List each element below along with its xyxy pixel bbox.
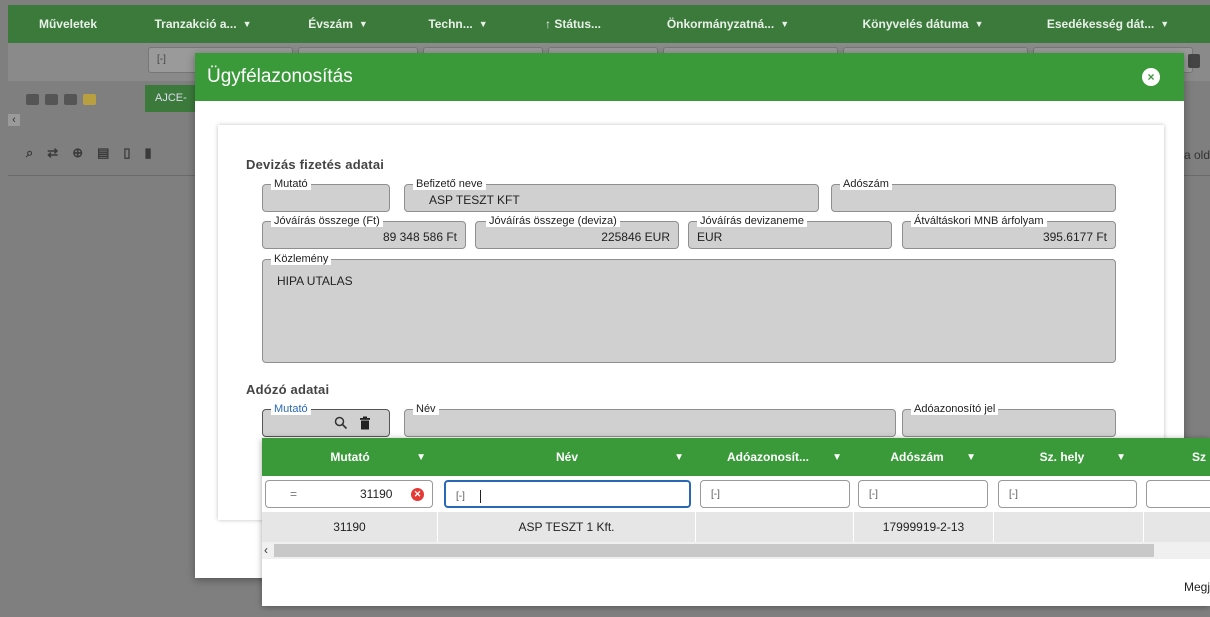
mutato-field: Mutató [262,178,390,212]
calendar-icon[interactable] [1188,54,1200,68]
adozo-nev-field: Név [404,403,896,437]
field-label: Jóváírás devizaneme [697,215,807,227]
scroll-left-icon[interactable]: ‹ [264,543,268,557]
grid-column-sz[interactable]: Sz [1144,438,1210,476]
kozlemeny-field: Közlemény HIPA UTALAS [262,253,1116,363]
field-label: Adóazonosító jel [911,403,999,415]
sz-hely-filter-input[interactable]: [-] [998,480,1137,508]
field-label: Átváltáskori MNB árfolyam [911,215,1047,227]
field-label: Befizető neve [413,178,486,190]
filter-arrow-icon[interactable]: ▼ [243,19,252,29]
jovairas-ft-field: Jóváírás összege (Ft) 89 348 586 Ft [262,215,466,249]
filter-arrow-icon[interactable]: ▼ [359,19,368,29]
section-title-adozo: Adózó adatai [246,382,330,397]
field-value: EUR [697,230,723,244]
grid-column-adoszam[interactable]: Adószám ▼ [854,438,994,476]
arfolyam-field: Átváltáskori MNB árfolyam 395.6177 Ft [902,215,1116,249]
filter-arrow-icon[interactable]: ▼ [1116,452,1126,463]
field-value: 89 348 586 Ft [382,230,457,244]
filter-arrow-icon[interactable]: ▼ [832,452,842,463]
grid-column-nev[interactable]: Név ▼ [438,438,696,476]
mutato-filter-input[interactable]: = 31190 ✕ [265,480,433,508]
adozo-mutato-field[interactable]: Mutató [262,403,390,437]
table-row[interactable]: 31190 ASP TESZT 1 Kft. 17999919-2-13 [262,512,1210,542]
edit-icon[interactable] [64,93,77,105]
field-label: Közlemény [271,253,332,265]
field-label: Mutató [271,403,311,415]
jovairas-deviza-field: Jóváírás összege (deviza) 225846 EUR [475,215,679,249]
modal-header: Ügyfélazonosítás × [195,53,1184,101]
adoazonosito-filter-input[interactable]: [-] [700,480,850,508]
adoszam-field: Adószám [831,178,1116,212]
grid-column-adoazonosito[interactable]: Adóazonosít... ▼ [696,438,854,476]
filter-arrow-icon[interactable]: ▼ [416,452,426,463]
close-icon[interactable]: × [1142,68,1160,86]
field-value: ASP TESZT KFT [429,193,520,207]
filter-arrow-icon[interactable]: ▼ [966,452,976,463]
nev-filter-input[interactable]: [-] [444,480,691,508]
field-value: HIPA UTALAS [277,274,353,288]
background-grid-header: Műveletek Tranzakció a... ▼ Évszám ▼ Techn… [8,5,1210,43]
field-value: 395.6177 Ft [1042,230,1107,244]
bg-column-muveletek[interactable]: Műveletek [8,17,128,31]
grid-view-icon[interactable] [26,93,39,105]
clear-filter-icon[interactable]: ✕ [411,488,424,501]
lookup-grid-popup: Mutató ▼ Név ▼ Adóazonosít... ▼ Adószám … [262,438,1210,606]
search-icon[interactable] [334,416,348,430]
field-label: Jóváírás összege (Ft) [271,215,383,227]
filter-operator[interactable]: = [290,487,297,501]
grid-filter-row: = 31190 ✕ [-] [-] [-] [-] [262,476,1210,512]
field-value: 225846 EUR [601,230,670,244]
add-icon[interactable]: ⊕ [72,145,83,161]
section-title-deviza: Devizás fizetés adatai [246,157,385,172]
adoszam-filter-input[interactable]: [-] [858,480,988,508]
text-cursor [479,490,481,503]
bg-column-esedekesseg[interactable]: Esedékesség dát... ▼ [1018,17,1198,31]
grid-column-sz-hely[interactable]: Sz. hely ▼ [994,438,1144,476]
sz-filter-input[interactable] [1146,480,1210,508]
bg-column-konyveles[interactable]: Könyvelés dátuma ▼ [828,17,1018,31]
search-icon[interactable]: ⌕ [26,145,33,161]
devizanem-field: Jóváírás devizaneme EUR [688,215,892,249]
filter-arrow-icon[interactable]: ▼ [479,19,488,29]
print-icon[interactable]: ▤ [97,145,109,161]
warning-icon[interactable] [83,93,96,105]
field-label: Adószám [840,178,892,190]
befizeto-neve-field: Befizető neve ASP TESZT KFT [404,178,819,212]
field-label: Mutató [271,178,311,190]
cell-adoazonosito [696,512,854,542]
grid-header: Mutató ▼ Név ▼ Adóazonosít... ▼ Adószám … [262,438,1210,476]
grid-footer-text: Megj [1183,580,1210,594]
cell-nev: ASP TESZT 1 Kft. [438,512,696,542]
trash-icon[interactable] [359,416,371,430]
bg-column-tranzakcio[interactable]: Tranzakció a... ▼ [128,17,278,31]
scroll-left-icon[interactable]: ‹ [8,114,20,126]
scrollbar-thumb[interactable] [274,544,1154,557]
bg-column-evszam[interactable]: Évszám ▼ [278,17,398,31]
cell-sz-hely [994,512,1144,542]
cell-adoszam: 17999919-2-13 [854,512,994,542]
export-icon[interactable]: ▮ [145,145,152,161]
filter-arrow-icon[interactable]: ▼ [975,19,984,29]
document-icon[interactable]: ▯ [123,145,130,161]
modal-title: Ügyfélazonosítás [207,66,353,87]
bg-column-onkormanyzat[interactable]: Önkormányzatná... ▼ [628,17,828,31]
grid-column-mutato[interactable]: Mutató ▼ [262,438,438,476]
filter-arrow-icon[interactable]: ▼ [1160,19,1169,29]
refresh-icon[interactable]: ⇄ [47,145,58,161]
adoazonosito-jel-field: Adóazonosító jel [902,403,1116,437]
field-label: Név [413,403,439,415]
filter-arrow-icon[interactable]: ▼ [674,452,684,463]
horizontal-scrollbar[interactable]: ‹ [262,542,1210,559]
bg-column-status[interactable]: ↑ Státus... [518,17,628,31]
list-view-icon[interactable] [45,93,58,105]
field-label: Jóváírás összege (deviza) [486,215,620,227]
cell-mutato: 31190 [262,512,438,542]
filter-value: 31190 [360,487,393,501]
bg-column-techn[interactable]: Techn... ▼ [398,17,518,31]
filter-arrow-icon[interactable]: ▼ [780,19,789,29]
bg-right-text: a old [1183,148,1210,162]
